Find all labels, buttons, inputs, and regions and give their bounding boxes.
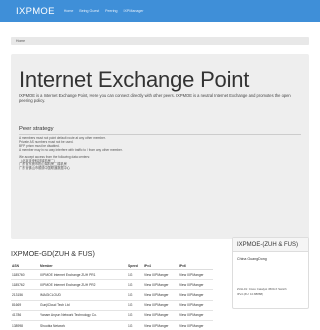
- col-member: Member: [39, 262, 127, 270]
- breadcrumb-home[interactable]: Home: [16, 39, 25, 43]
- cell-ipv6: View IXPManger: [178, 289, 213, 301]
- table-header-row: ASN Member Speed IPv4 IPv6: [11, 262, 213, 270]
- location-panel: IXPMOE-(ZUH & FUS) China GuangDong ZUH-0…: [232, 237, 309, 309]
- members-section-title: IXPMOE-GD(ZUH & FUS): [11, 249, 95, 258]
- cell-speed: 1G: [127, 289, 143, 301]
- col-ipv4: IPv4: [143, 262, 178, 270]
- cell-member: GunjiCloud Tech Ltd: [39, 299, 127, 311]
- divider: [19, 134, 301, 135]
- table-row: 41786 Yanam Anyun Network Technology Co.…: [11, 309, 213, 321]
- table-row: 138998 Shuobia Network 1G View IXPManger…: [11, 319, 213, 330]
- col-ipv6: IPv6: [178, 262, 213, 270]
- ipv4-link[interactable]: View IXPManger: [144, 293, 169, 297]
- cell-member: IXPMOE Internet Exchange ZUH PR1: [39, 268, 127, 280]
- ipv6-link[interactable]: View IXPManger: [179, 283, 204, 287]
- cell-speed: 1G: [127, 268, 143, 280]
- ipv6-link[interactable]: View IXPManger: [179, 273, 204, 277]
- cell-ipv4: View IXPManger: [143, 309, 178, 321]
- cell-speed: 1G: [127, 299, 143, 311]
- cell-asn: 1185762: [11, 279, 39, 290]
- cell-asn: 138998: [11, 319, 39, 330]
- jumbotron: Internet Exchange Point IXPMOE is a Inte…: [11, 54, 309, 239]
- breadcrumb: Home: [11, 37, 309, 45]
- col-speed: Speed: [127, 262, 143, 270]
- peer-strategy-heading: Peer strategy: [19, 126, 54, 132]
- table-row: 81669 GunjiCloud Tech Ltd 1G View IXPMan…: [11, 299, 213, 311]
- cell-speed: 1G: [127, 319, 143, 330]
- cell-ipv6: View IXPManger: [178, 299, 213, 311]
- nav-ixpmanager[interactable]: IXPManager: [124, 9, 144, 13]
- peer-strategy-list: A members must not point default route a…: [19, 136, 301, 171]
- intro-text: IXPMOE is a Internet Exchange Point, Her…: [19, 93, 291, 104]
- cell-member: Yanam Anyun Network Technology Co.: [39, 309, 127, 321]
- data-center-item: 广东省佛山市顺德中国联通数据中心: [19, 166, 70, 171]
- panel-ip-info: IPv4 (ZU: 10.88888): [237, 292, 264, 296]
- col-asn: ASN: [11, 262, 39, 270]
- top-navbar: IXPMOE Home Being Guest Peering IXPManag…: [0, 0, 320, 22]
- ipv6-link[interactable]: View IXPManger: [179, 324, 204, 328]
- cell-ipv6: View IXPManger: [178, 279, 213, 290]
- cell-asn: 41786: [11, 309, 39, 321]
- cell-member: Shuobia Network: [39, 319, 127, 330]
- table-row: 1185760 IXPMOE Internet Exchange ZUH PR1…: [11, 268, 213, 280]
- ipv6-link[interactable]: View IXPManger: [179, 293, 204, 297]
- ipv4-link[interactable]: View IXPManger: [144, 313, 169, 317]
- cell-ipv4: View IXPManger: [143, 299, 178, 311]
- cell-speed: 1G: [127, 309, 143, 321]
- panel-location: China GuangDong: [237, 257, 267, 261]
- cell-speed: 1G: [127, 279, 143, 290]
- cell-ipv6: View IXPManger: [178, 309, 213, 321]
- cell-member: IMAGICLOUD: [39, 289, 127, 301]
- cell-ipv6: View IXPManger: [178, 268, 213, 280]
- ipv6-link[interactable]: View IXPManger: [179, 303, 204, 307]
- cell-ipv4: View IXPManger: [143, 279, 178, 290]
- ipv4-link[interactable]: View IXPManger: [144, 283, 169, 287]
- ipv4-link[interactable]: View IXPManger: [144, 324, 169, 328]
- ipv6-link[interactable]: View IXPManger: [179, 313, 204, 317]
- cell-asn: 81669: [11, 299, 39, 311]
- table-row: 1185762 IXPMOE Internet Exchange ZUH PR2…: [11, 279, 213, 290]
- panel-switch-info: ZUH-01: Cisco Catalyst 4500-X Switch: [237, 287, 287, 291]
- nav-peering[interactable]: Peering: [105, 9, 117, 13]
- brand-logo[interactable]: IXPMOE: [16, 6, 55, 17]
- cell-ipv4: View IXPManger: [143, 289, 178, 301]
- ipv4-link[interactable]: View IXPManger: [144, 273, 169, 277]
- table-row: 213156 IMAGICLOUD 1G View IXPManger View…: [11, 289, 213, 301]
- panel-title: IXPMOE-(ZUH & FUS): [233, 238, 308, 252]
- cell-ipv6: View IXPManger: [178, 319, 213, 330]
- cell-ipv4: View IXPManger: [143, 268, 178, 280]
- nav-being-guest[interactable]: Being Guest: [79, 9, 99, 13]
- cell-member: IXPMOE Internet Exchange ZUH PR2: [39, 279, 127, 290]
- page-title: Internet Exchange Point: [19, 67, 250, 92]
- nav-home[interactable]: Home: [64, 9, 74, 13]
- cell-ipv4: View IXPManger: [143, 319, 178, 330]
- cell-asn: 1185760: [11, 268, 39, 280]
- cell-asn: 213156: [11, 289, 39, 301]
- ipv4-link[interactable]: View IXPManger: [144, 303, 169, 307]
